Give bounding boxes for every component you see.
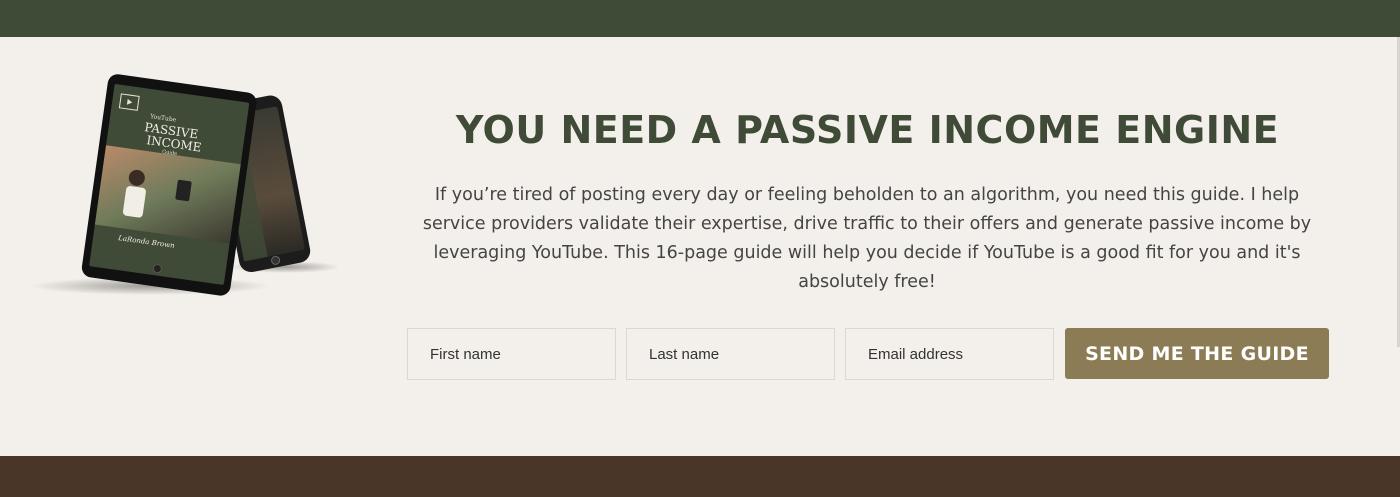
first-name-input[interactable] <box>407 328 616 380</box>
email-input[interactable] <box>845 328 1054 380</box>
top-color-band <box>0 0 1400 37</box>
section-headline: YOU NEED A PASSIVE INCOME ENGINE <box>455 108 1280 152</box>
tablet-device <box>81 74 257 296</box>
last-name-input[interactable] <box>626 328 835 380</box>
send-guide-button[interactable]: SEND ME THE GUIDE <box>1065 328 1329 379</box>
ebook-mockup-image: YouTube PASSIVE INCOME Guide LaRonda Bro… <box>30 74 340 296</box>
bottom-color-band <box>0 456 1400 497</box>
section-description: If you’re tired of posting every day or … <box>422 185 1312 292</box>
